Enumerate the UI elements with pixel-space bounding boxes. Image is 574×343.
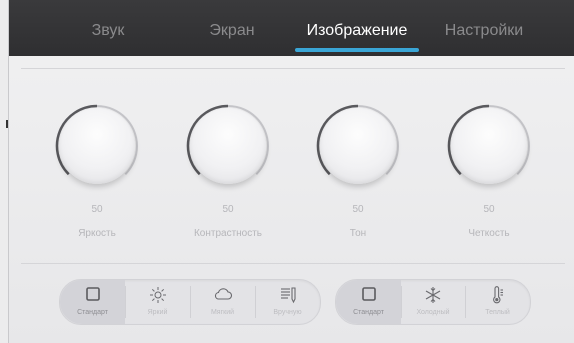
temp-warm-label: Теплый bbox=[485, 309, 510, 316]
tab-settings[interactable]: Настройки bbox=[429, 0, 539, 56]
divider-top bbox=[21, 68, 565, 69]
brightness-knob[interactable] bbox=[59, 108, 135, 184]
temp-cold-button[interactable]: Холодный bbox=[401, 280, 465, 324]
square-icon bbox=[85, 287, 100, 301]
brightness-control: 50 Яркость bbox=[47, 96, 147, 246]
sharpness-control: 50 Четкость bbox=[439, 96, 539, 246]
sun-icon bbox=[149, 287, 166, 303]
tone-control: 50 Тон bbox=[308, 96, 408, 246]
mode-manual-button[interactable]: Вручную bbox=[255, 280, 320, 324]
color-temp-selector: Стандарт Холодный Теплый bbox=[335, 279, 531, 325]
temp-standard-button[interactable]: Стандарт bbox=[336, 280, 401, 324]
mode-bright-button[interactable]: Яркий bbox=[125, 280, 190, 324]
mode-standard-button[interactable]: Стандарт bbox=[60, 280, 125, 324]
square-icon bbox=[361, 287, 376, 301]
tab-screen[interactable]: Экран bbox=[197, 0, 267, 56]
contrast-control: 50 Контрастность bbox=[178, 96, 278, 246]
mode-soft-label: Мягкий bbox=[210, 309, 235, 316]
brightness-label: Яркость bbox=[78, 228, 116, 239]
mode-standard-label: Стандарт bbox=[77, 309, 108, 316]
tab-sound[interactable]: Звук bbox=[73, 0, 143, 56]
cloud-icon bbox=[214, 288, 232, 300]
mode-bright-label: Яркий bbox=[147, 309, 168, 316]
tab-bar: Звук Экран Изображение Настройки bbox=[9, 0, 574, 56]
sharpness-knob[interactable] bbox=[451, 108, 527, 184]
snowflake-icon bbox=[425, 287, 441, 303]
manual-edit-icon bbox=[280, 287, 296, 304]
mode-soft-button[interactable]: Мягкий bbox=[190, 280, 255, 324]
tone-knob[interactable] bbox=[320, 108, 396, 184]
sharpness-value: 50 bbox=[483, 204, 495, 215]
divider-bottom bbox=[21, 263, 565, 264]
picture-mode-selector: Стандарт Яркий Мягкий Вручную bbox=[59, 279, 321, 325]
brightness-value: 50 bbox=[91, 204, 103, 215]
sharpness-label: Четкость bbox=[468, 228, 510, 239]
thermometer-icon bbox=[492, 286, 503, 304]
contrast-value: 50 bbox=[222, 204, 234, 215]
temp-standard-label: Стандарт bbox=[353, 309, 384, 316]
contrast-label: Контрастность bbox=[193, 228, 263, 239]
temp-cold-label: Холодный bbox=[416, 309, 450, 316]
temp-warm-button[interactable]: Теплый bbox=[465, 280, 530, 324]
settings-panel: Звук Экран Изображение Настройки 50 Ярко… bbox=[8, 0, 574, 343]
tone-value: 50 bbox=[352, 204, 364, 215]
active-tab-indicator bbox=[295, 48, 419, 52]
tone-label: Тон bbox=[349, 228, 367, 239]
contrast-knob[interactable] bbox=[190, 108, 266, 184]
mode-manual-label: Вручную bbox=[273, 309, 302, 316]
